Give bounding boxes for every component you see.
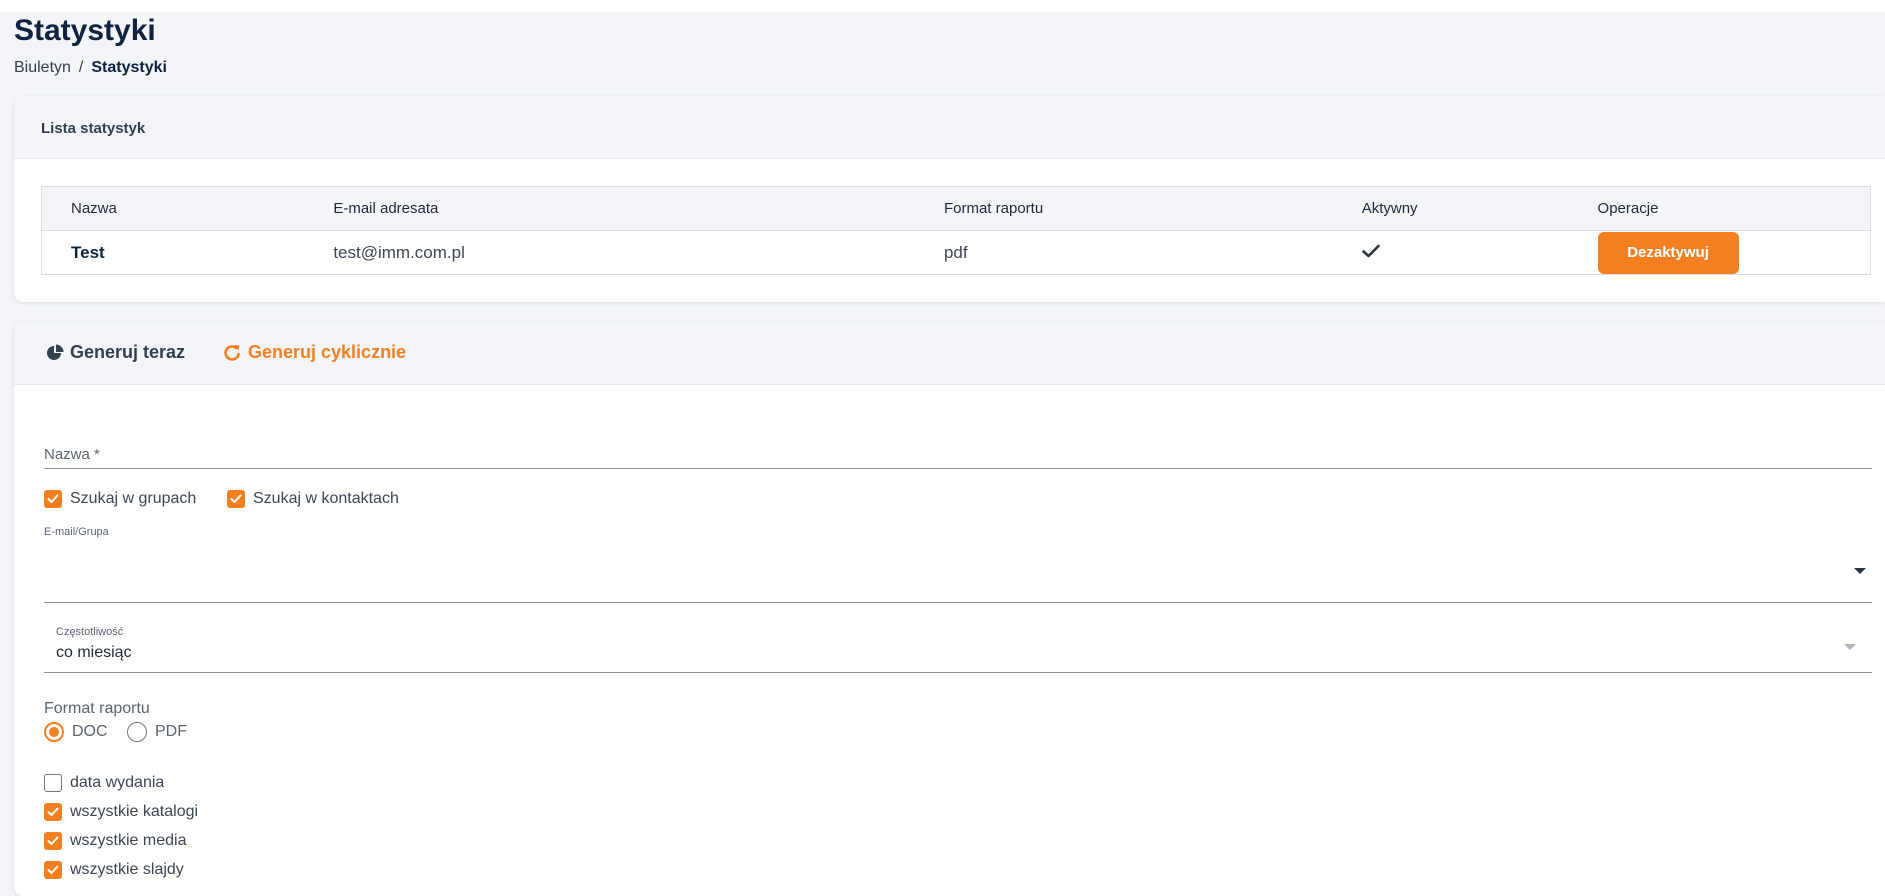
generator-card: Generuj teraz Generuj cyklicznie Nazwa *… [14,322,1885,896]
tab-generate-now[interactable]: Generuj teraz [46,342,185,363]
frequency-select-label: Częstotliwość [56,626,124,638]
deactivate-button[interactable]: Dezaktywuj [1597,231,1739,274]
name-field[interactable]: Nazwa * [44,440,1872,469]
generator-tabs: Generuj teraz Generuj cyklicznie [14,322,1885,385]
redo-icon [224,344,240,361]
chevron-down-icon [1854,568,1866,574]
pie-chart-icon [47,344,64,360]
checkbox-checked-icon [44,832,62,850]
column-header-name: Nazwa [41,186,334,231]
table-header-row: Nazwa E-mail adresata Format raportu Akt… [41,186,1871,231]
name-field-label: Nazwa * [44,446,100,463]
row-operations: Dezaktywuj [1597,230,1871,275]
column-header-format: Format raportu [943,186,1362,231]
breadcrumb-parent-link[interactable]: Biuletyn [14,59,71,76]
recipient-select[interactable]: E-mail/Grupa [44,522,1872,603]
frequency-select[interactable]: Częstotliwość co miesiąc [44,620,1872,673]
check-icon [1361,244,1380,257]
radio-selected-icon [44,722,64,742]
search-in-groups-checkbox[interactable]: Szukaj w grupach [44,490,196,508]
checkbox-unchecked-icon [44,774,62,792]
option-issue-date-label: data wydania [70,774,165,791]
page-title: Statystyki [14,14,156,47]
tab-generate-cyclic-label: Generuj cyklicznie [248,342,407,362]
option-all-slides-checkbox[interactable]: wszystkie slajdy [44,861,184,879]
row-name: Test [41,230,334,275]
option-all-catalogs-label: wszystkie katalogi [70,803,199,820]
radio-unselected-icon [127,722,147,742]
checkbox-checked-icon [44,803,62,821]
breadcrumb-separator: / [78,59,84,76]
option-issue-date-checkbox[interactable]: data wydania [44,774,164,792]
frequency-select-value: co miesiąc [56,644,132,661]
stats-list-card: Lista statystyk Nazwa E-mail adresata Fo… [14,96,1885,302]
column-header-operations: Operacje [1597,186,1871,231]
option-all-catalogs-checkbox[interactable]: wszystkie katalogi [44,803,198,821]
breadcrumb: Biuletyn / Statystyki [14,58,167,78]
format-pdf-radio[interactable]: PDF [127,722,187,742]
stats-list-title: Lista statystyk [41,120,146,137]
option-all-media-label: wszystkie media [70,832,187,849]
chevron-down-icon [1844,644,1856,650]
checkbox-checked-icon [227,490,245,508]
format-doc-radio[interactable]: DOC [44,722,108,742]
checkbox-checked-icon [44,490,62,508]
search-in-groups-label: Szukaj w grupach [70,490,197,507]
recipient-select-label: E-mail/Grupa [44,526,109,538]
column-header-active: Aktywny [1361,186,1598,231]
option-all-slides-label: wszystkie slajdy [70,861,184,878]
table-row: Test test@imm.com.pl pdf Dezaktywuj [41,230,1871,275]
tab-generate-now-label: Generuj teraz [70,342,186,362]
row-format: pdf [943,230,1362,275]
row-active [1361,230,1598,275]
breadcrumb-current: Statystyki [91,59,167,76]
stats-table: Nazwa E-mail adresata Format raportu Akt… [41,186,1871,275]
row-email: test@imm.com.pl [333,230,944,275]
column-header-email: E-mail adresata [333,186,944,231]
stats-list-header: Lista statystyk [14,96,1885,159]
format-doc-label: DOC [72,723,108,740]
report-format-label: Format raportu [44,700,150,717]
option-all-media-checkbox[interactable]: wszystkie media [44,832,186,850]
tab-generate-cyclic[interactable]: Generuj cyklicznie [224,342,406,363]
format-pdf-label: PDF [155,723,187,740]
checkbox-checked-icon [44,861,62,879]
search-in-contacts-label: Szukaj w kontaktach [253,490,399,507]
search-in-contacts-checkbox[interactable]: Szukaj w kontaktach [227,490,399,508]
